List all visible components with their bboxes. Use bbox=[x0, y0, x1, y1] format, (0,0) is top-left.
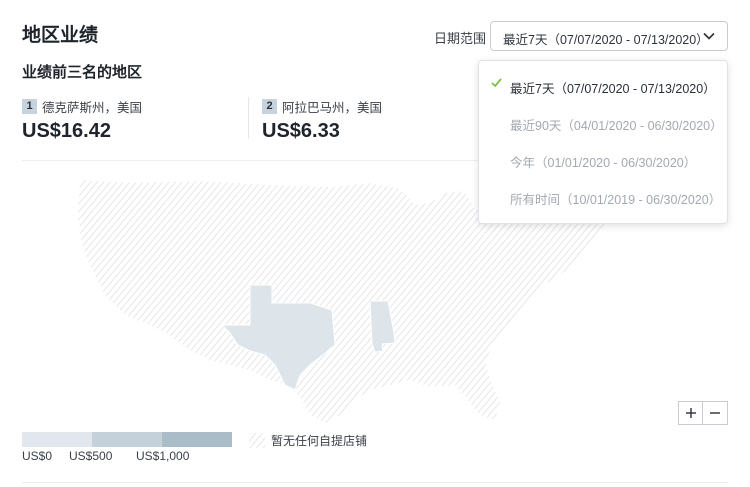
rank-badge: 2 bbox=[262, 99, 277, 114]
map-legend: US$0 US$500 US$1,000 bbox=[22, 432, 232, 463]
page-title: 地区业绩 bbox=[22, 25, 99, 46]
option-label: 最近90天（04/01/2020 - 06/30/2020） bbox=[510, 119, 723, 133]
region-amount: US$16.42 bbox=[22, 120, 111, 142]
option-label: 最近7天（07/07/2020 - 07/13/2020） bbox=[510, 82, 716, 96]
legend-swatch-mid bbox=[92, 432, 162, 447]
top-region-2: 2 阿拉巴马州，美国 US$6.33 bbox=[262, 97, 382, 143]
legend-swatch-low bbox=[22, 432, 92, 447]
date-range-option[interactable]: 最近90天（04/01/2020 - 06/30/2020） bbox=[479, 104, 727, 141]
legend-tick: US$500 bbox=[69, 449, 113, 463]
date-range-select[interactable]: 最近7天（07/07/2020 - 07/13/2020） bbox=[490, 21, 728, 51]
zoom-in-button[interactable] bbox=[678, 401, 703, 425]
option-label: 今年（01/01/2020 - 06/30/2020） bbox=[510, 156, 697, 170]
plus-icon bbox=[686, 408, 696, 418]
zoom-out-button[interactable] bbox=[703, 401, 728, 425]
zoom-controls bbox=[678, 401, 728, 425]
no-store-legend: 暂无任何自提店铺 bbox=[249, 432, 367, 449]
region-amount: US$6.33 bbox=[262, 120, 340, 142]
legend-tick: US$0 bbox=[22, 449, 53, 463]
check-icon bbox=[491, 78, 502, 88]
minus-icon bbox=[710, 412, 720, 414]
region-name: 德克萨斯州，美国 bbox=[42, 101, 143, 115]
date-range-option[interactable]: 今年（01/01/2020 - 06/30/2020） bbox=[479, 141, 727, 178]
rank-badge: 1 bbox=[22, 99, 37, 114]
top-region-1: 1 德克萨斯州，美国 US$16.42 bbox=[22, 97, 142, 143]
hatch-swatch bbox=[249, 433, 265, 448]
regional-performance-card: 地区业绩 业绩前三名的地区 日期范围 最近7天（07/07/2020 - 07/… bbox=[0, 0, 750, 487]
date-range-option[interactable]: 最近7天（07/07/2020 - 07/13/2020） bbox=[479, 67, 727, 104]
date-range-option[interactable]: 所有时间（10/01/2019 - 06/30/2020） bbox=[479, 178, 727, 215]
date-range-label: 日期范围 bbox=[434, 31, 487, 46]
legend-tick: US$1,000 bbox=[136, 449, 190, 463]
chevron-down-icon bbox=[703, 32, 715, 40]
date-range-dropdown-menu: 最近7天（07/07/2020 - 07/13/2020） 最近90天（04/0… bbox=[478, 60, 728, 224]
option-label: 所有时间（10/01/2019 - 06/30/2020） bbox=[510, 193, 722, 207]
bottom-divider bbox=[22, 482, 728, 483]
no-store-label: 暂无任何自提店铺 bbox=[271, 434, 368, 448]
region-name: 阿拉巴马州，美国 bbox=[282, 101, 383, 115]
legend-swatch-high bbox=[162, 432, 232, 447]
date-range-value: 最近7天（07/07/2020 - 07/13/2020） bbox=[503, 33, 709, 47]
metric-divider bbox=[248, 97, 249, 139]
section-subtitle: 业绩前三名的地区 bbox=[22, 64, 143, 81]
